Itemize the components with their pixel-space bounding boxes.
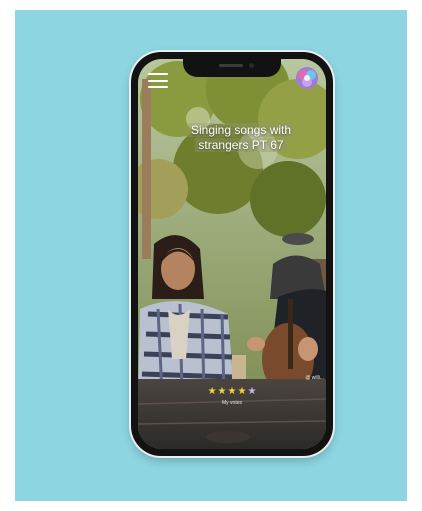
star-icon[interactable]: ★ — [218, 387, 227, 397]
star-icon[interactable]: ★ — [208, 387, 217, 397]
voting-widget: ★ ★ ★ ★ ★ My votes — [138, 387, 326, 407]
front-camera — [249, 63, 254, 68]
star-icon[interactable]: ★ — [237, 387, 246, 397]
background-panel: Singing songs with strangers PT 67 @ wil… — [15, 10, 407, 501]
phone-notch — [183, 59, 281, 77]
star-icon[interactable]: ★ — [228, 387, 237, 397]
vote-label: My votes — [221, 400, 242, 406]
app-logo-icon[interactable] — [294, 65, 320, 91]
video-caption: Singing songs with strangers PT 67 — [178, 123, 304, 153]
star-icon[interactable]: ★ — [247, 387, 256, 397]
star-rating[interactable]: ★ ★ ★ ★ ★ — [138, 387, 326, 397]
phone-frame: Singing songs with strangers PT 67 @ wil… — [131, 52, 333, 456]
video-screen[interactable]: Singing songs with strangers PT 67 @ wil… — [138, 59, 326, 449]
hamburger-menu-icon[interactable] — [148, 73, 168, 88]
user-tag[interactable]: @ willi... — [305, 375, 324, 381]
speaker-grille — [219, 64, 243, 67]
